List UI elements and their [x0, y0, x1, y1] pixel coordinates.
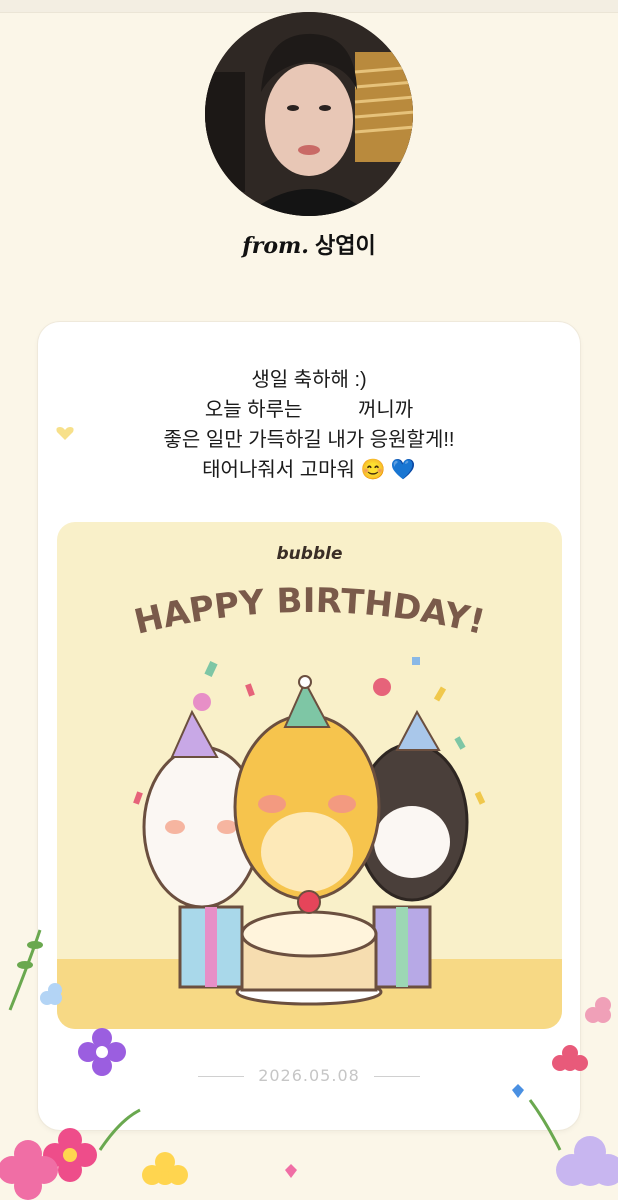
dog-yellow-icon [233, 675, 381, 901]
sender-line: from. 상엽이 [0, 228, 618, 260]
headline-text: HAPPY BIRTHDAY! [131, 581, 489, 643]
headline: HAPPY BIRTHDAY! [131, 581, 489, 643]
heart-icon [56, 427, 74, 440]
flower-decoration-icon [0, 929, 618, 1200]
avatar[interactable] [205, 12, 413, 216]
message-line: 좋은 일만 가득하길 내가 응원할게!! [163, 429, 455, 451]
message-line: 태어나줘서 고마워 😊 💙 [202, 459, 416, 481]
letter-message: 생일 축하해 :) 오늘 하루는 꺼니까 좋은 일만 가득하길 내가 응원할게!… [0, 365, 618, 485]
profile-photo-icon [205, 12, 413, 216]
message-line: 오늘 하루는 꺼니까 [204, 399, 414, 421]
from-prefix: from. [242, 233, 309, 259]
sender-name: 상엽이 [314, 234, 376, 259]
message-line: 생일 축하해 :) [251, 369, 367, 391]
